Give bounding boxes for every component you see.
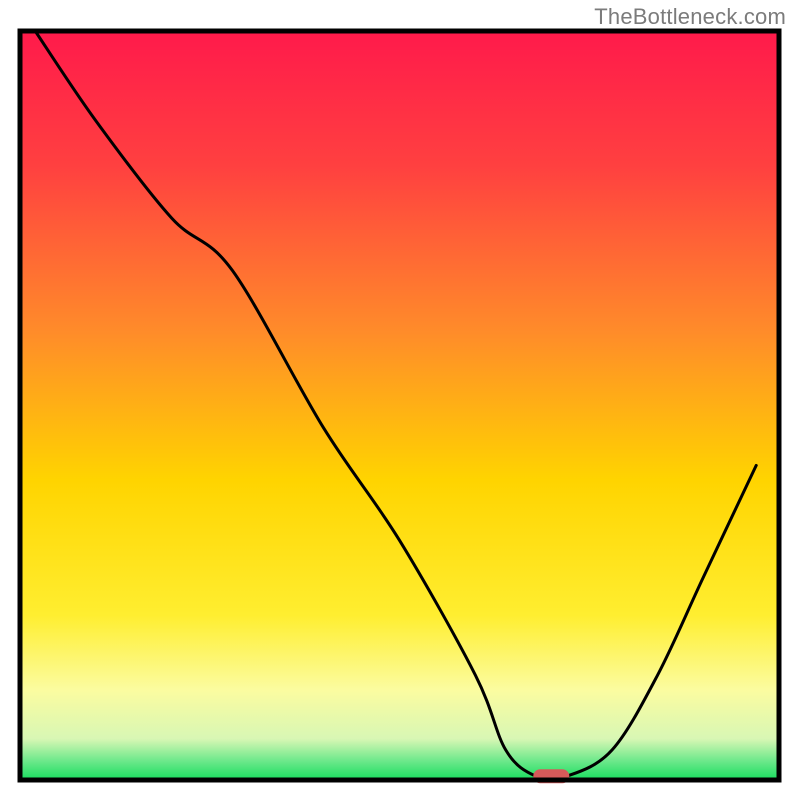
chart-svg [0,0,800,800]
plot-background [20,31,779,780]
bottleneck-chart: TheBottleneck.com [0,0,800,800]
watermark-text: TheBottleneck.com [594,4,786,30]
